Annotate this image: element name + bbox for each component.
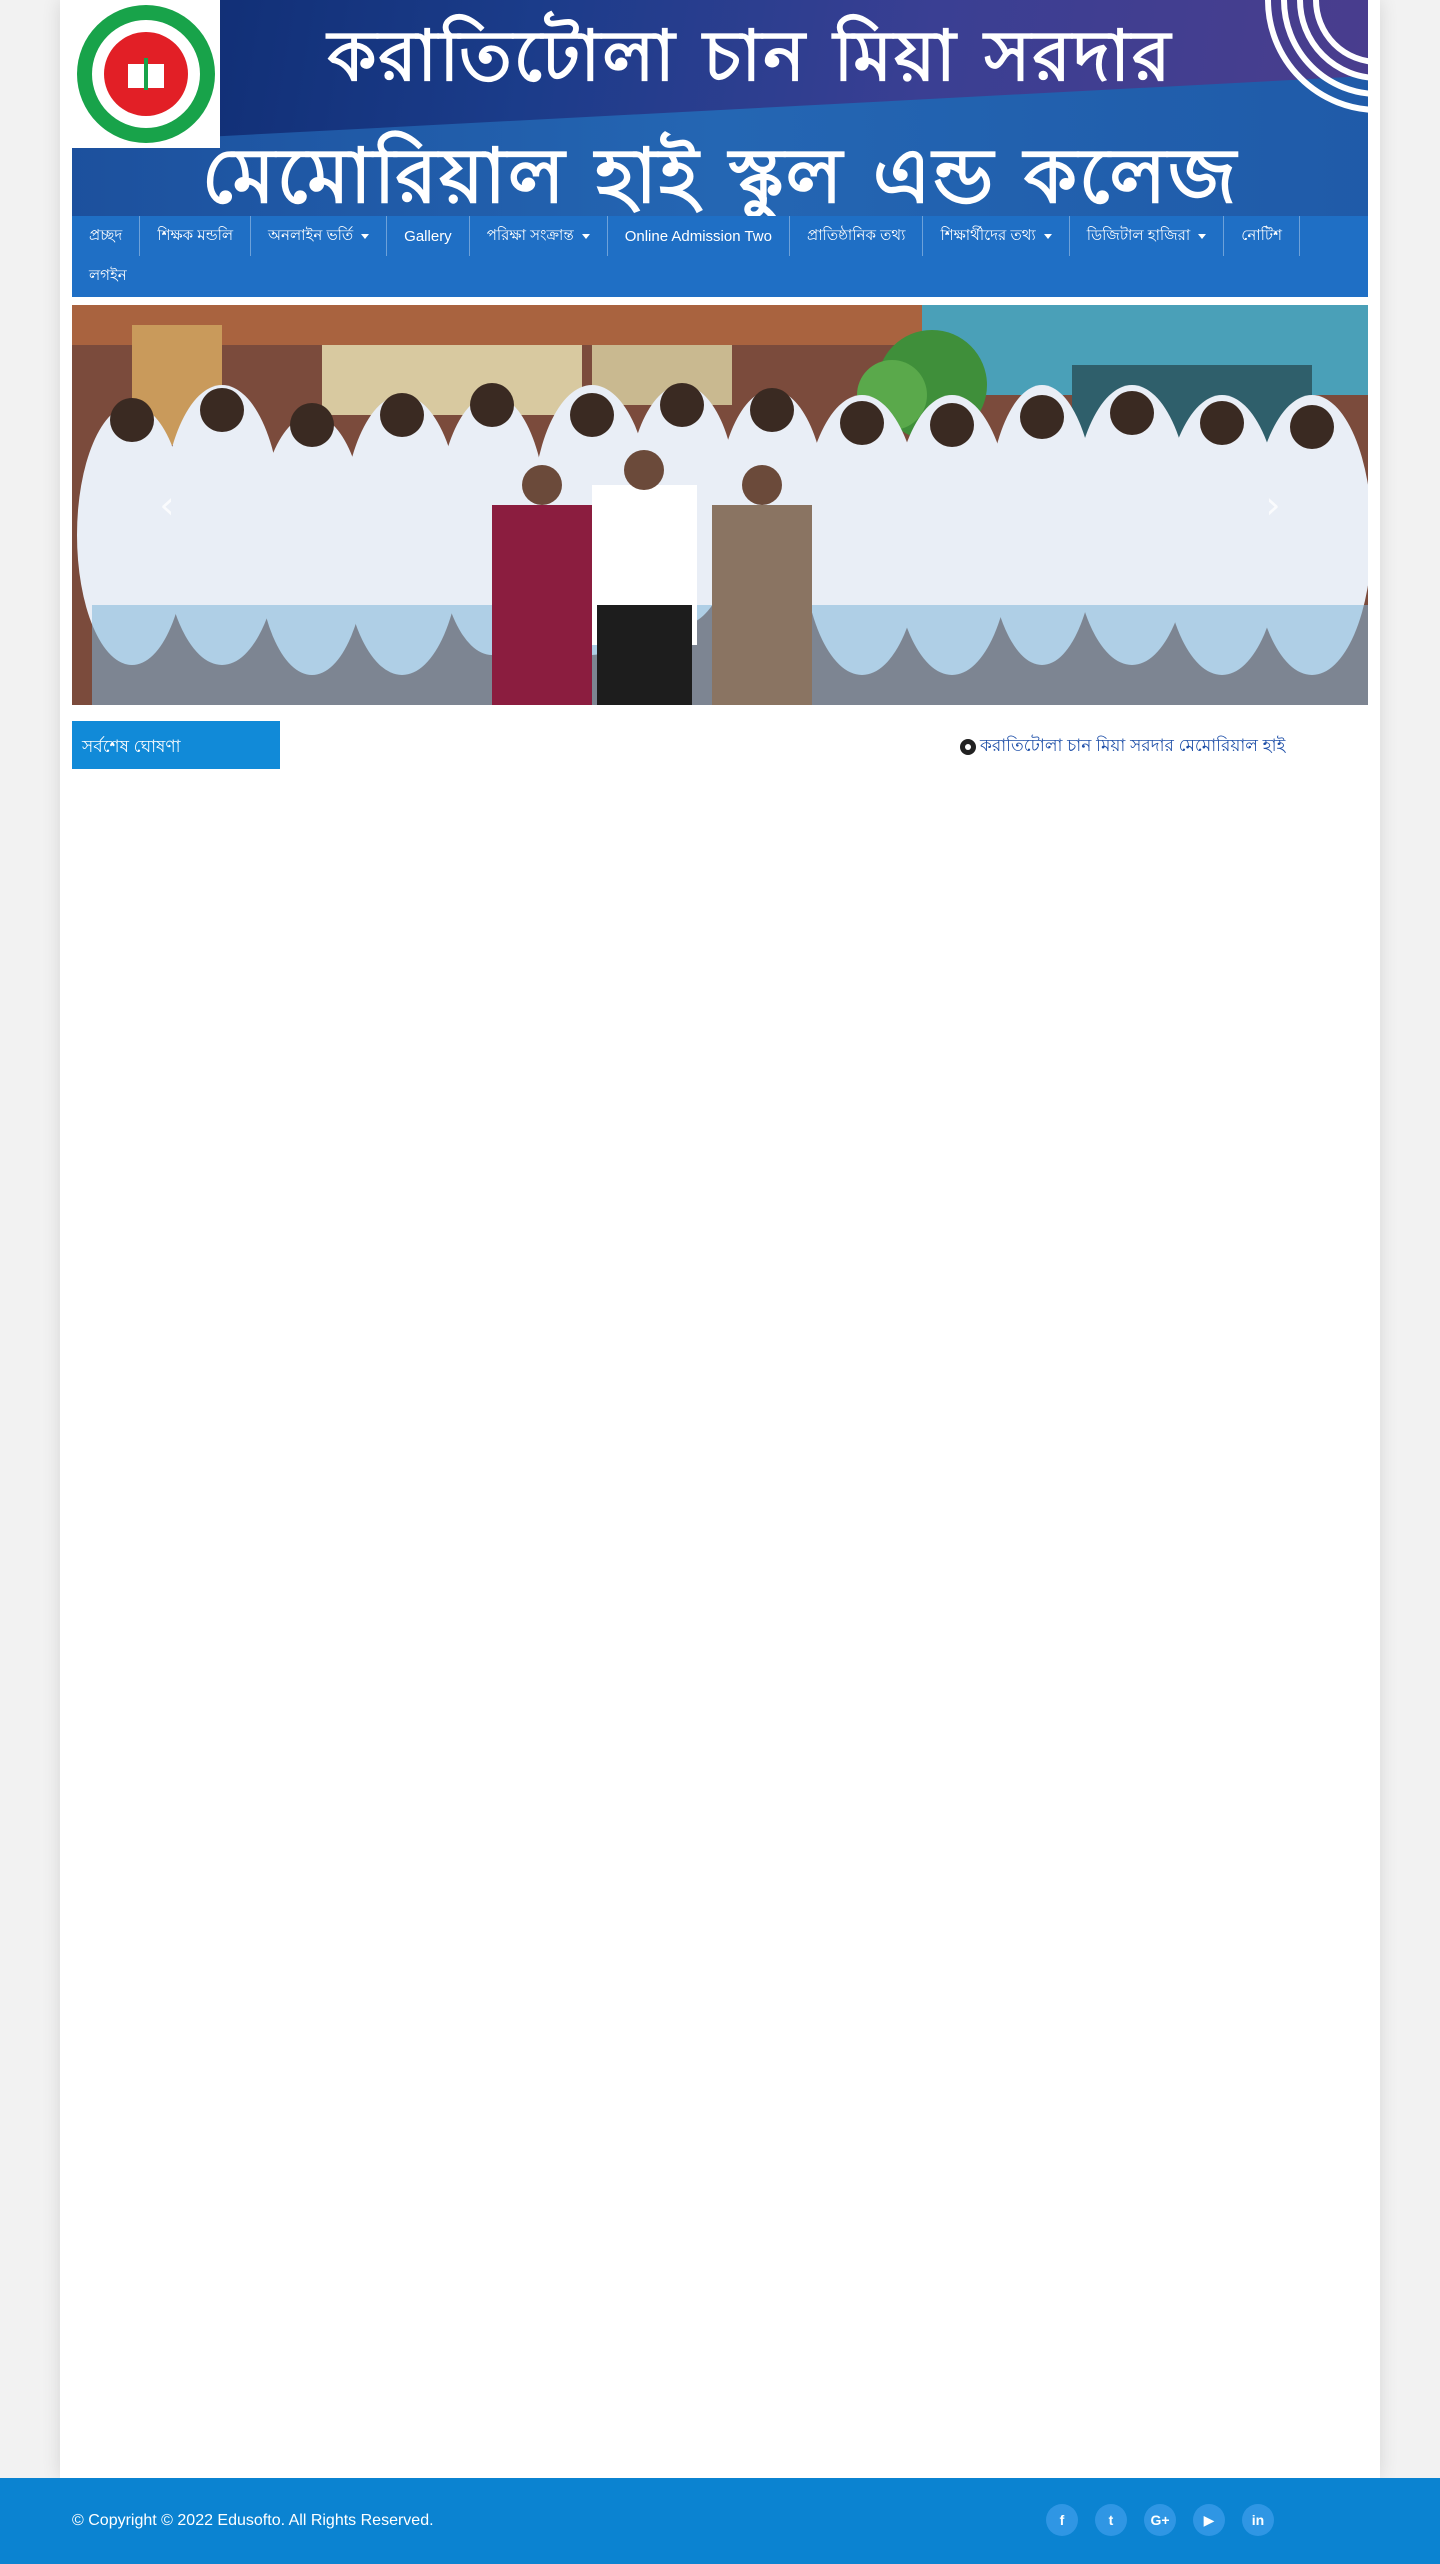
school-title-line-2: মেমোরিয়াল হাই স্কুল এন্ড কলেজ (201, 131, 1239, 216)
copyright-text: © Copyright © 2022 Edusofto. All Rights … (72, 2512, 434, 2529)
nav-item-digital-attendance[interactable]: ডিজিটাল হাজিরা (1070, 216, 1225, 256)
nav-item-teachers[interactable]: শিক্ষক মন্ডলি (140, 216, 252, 256)
facebook-icon[interactable]: f (1046, 2504, 1078, 2536)
bullet-icon (960, 739, 976, 755)
caret-down-icon (1198, 233, 1207, 239)
nav-item-gallery[interactable]: Gallery (387, 216, 470, 256)
group-photo-image (72, 305, 1368, 705)
nav-item-exams[interactable]: পরিক্ষা সংক্রান্ত (470, 216, 608, 256)
chevron-left-icon: ‹ (159, 483, 175, 527)
carousel-prev-button[interactable]: ‹ (152, 485, 182, 525)
nav-item-login[interactable]: লগইন (72, 256, 144, 296)
nav-item-notice[interactable]: নোটিশ (1224, 216, 1300, 256)
nav-item-online-admission-two[interactable]: Online Admission Two (608, 216, 790, 256)
nav-item-home[interactable]: প্রচ্ছদ (72, 216, 141, 256)
nav-item-online-admission[interactable]: অনলাইন ভর্তি (251, 216, 388, 256)
school-title-line-1: করাতিটোলা চান মিয়া সরদার (327, 15, 1173, 97)
nav-row-2: লগইন (72, 256, 1368, 296)
google-plus-icon[interactable]: G+ (1144, 2504, 1176, 2536)
latest-notice-label: সর্বশেষ ঘোষণা (72, 721, 280, 769)
chevron-right-icon: › (1265, 483, 1281, 527)
caret-down-icon (361, 233, 370, 239)
nav-row: প্রচ্ছদ শিক্ষক মন্ডলি অনলাইন ভর্তি Galle… (72, 216, 1368, 256)
youtube-icon[interactable]: ▶ (1193, 2504, 1225, 2536)
linkedin-icon[interactable]: in (1242, 2504, 1274, 2536)
twitter-icon[interactable]: t (1095, 2504, 1127, 2536)
content-wrapper: করাতিটোলা চান মিয়া সরদার মেমোরিয়াল হাই… (72, 0, 1368, 769)
caret-down-icon (581, 233, 590, 239)
main-navbar: প্রচ্ছদ শিক্ষক মন্ডলি অনলাইন ভর্তি Galle… (72, 216, 1368, 297)
nav-item-institution-info[interactable]: প্রাতিষ্ঠানিক তথ্য (790, 216, 924, 256)
header-banner: করাতিটোলা চান মিয়া সরদার মেমোরিয়াল হাই… (72, 0, 1368, 216)
nav-item-student-info[interactable]: শিক্ষার্থীদের তথ্য (923, 216, 1070, 256)
notice-ticker-text[interactable]: করাতিটোলা চান মিয়া সরদার মেমোরিয়াল হাই (980, 733, 1285, 761)
site-footer: © Copyright © 2022 Edusofto. All Rights … (0, 2478, 1440, 2564)
page-container: করাতিটোলা চান মিয়া সরদার মেমোরিয়াল হাই… (60, 0, 1380, 2478)
notice-ticker[interactable]: করাতিটোলা চান মিয়া সরদার মেমোরিয়াল হাই (960, 733, 1285, 761)
photo-carousel[interactable]: ‹ › (72, 305, 1368, 705)
caret-down-icon (1043, 233, 1052, 239)
social-links: f t G+ ▶ in (1046, 2504, 1291, 2536)
carousel-next-button[interactable]: › (1258, 485, 1288, 525)
